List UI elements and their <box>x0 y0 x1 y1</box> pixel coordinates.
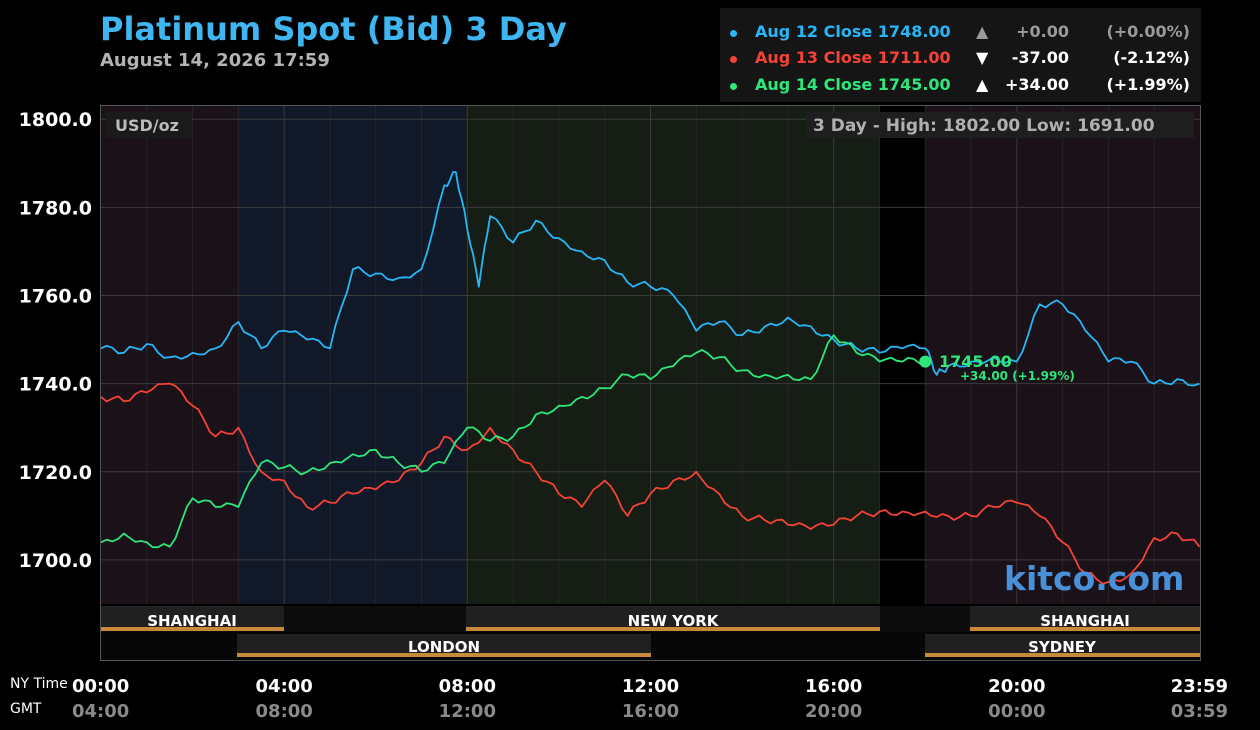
x-tick-label-gmt: 20:00 <box>805 701 862 722</box>
x-tick-label-ny: 08:00 <box>439 676 496 697</box>
x-tick-label-ny: 00:00 <box>72 676 129 697</box>
session-label-shanghai-2: SHANGHAI <box>1040 612 1130 630</box>
y-tick-label: 1700.0 <box>19 550 92 572</box>
current-price-dot <box>919 355 932 368</box>
x-tick-label-gmt: 04:00 <box>72 701 129 722</box>
y-tick-label: 1720.0 <box>19 462 92 484</box>
price-chart: USD/oz 3 Day - High: 1802.00 Low: 1691.0… <box>10 105 1228 722</box>
session-bg-closed <box>879 106 925 604</box>
x-tick-label-gmt: 12:00 <box>439 701 496 722</box>
x-tick-label-ny: 12:00 <box>622 676 679 697</box>
session-bg-london <box>237 106 466 604</box>
y-tick-label: 1760.0 <box>19 286 92 308</box>
y-tick-label: 1800.0 <box>19 109 92 131</box>
kitco-watermark: kitco.com <box>1004 559 1184 598</box>
x-axis: 00:00 04:00 04:00 08:00 08:00 12:00 12:00 16:00… <box>72 676 1228 722</box>
session-bg-shanghai <box>101 106 237 604</box>
x-tick-label-gmt: 16:00 <box>622 701 679 722</box>
unit-label: USD/oz <box>115 116 179 135</box>
session-label-london: LONDON <box>408 638 480 656</box>
range-text: 3 Day - High: 1802.00 Low: 1691.00 <box>813 116 1155 136</box>
session-label-sydney: SYDNEY <box>1028 638 1097 656</box>
x-tick-label-gmt: 03:59 <box>1171 701 1228 722</box>
y-tick-label: 1780.0 <box>19 197 92 219</box>
x-tick-label-gmt: 08:00 <box>256 701 313 722</box>
current-change-label: +34.00 (+1.99%) <box>960 369 1075 383</box>
ny-time-caption: NY Time <box>10 676 68 692</box>
session-label-shanghai-1: SHANGHAI <box>147 612 237 630</box>
x-tick-label-ny: 04:00 <box>256 676 313 697</box>
x-tick-label-ny: 20:00 <box>988 676 1045 697</box>
session-bg-newyork <box>466 106 879 604</box>
gmt-caption: GMT <box>10 701 42 717</box>
y-axis: 1800.0 1780.0 1760.0 1740.0 1720.0 1700.0 <box>19 109 92 572</box>
y-tick-label: 1740.0 <box>19 374 92 396</box>
session-label-newyork: NEW YORK <box>628 612 720 630</box>
x-tick-label-ny: 16:00 <box>805 676 862 697</box>
x-tick-label-gmt: 00:00 <box>988 701 1045 722</box>
x-tick-label-ny: 23:59 <box>1171 676 1228 697</box>
